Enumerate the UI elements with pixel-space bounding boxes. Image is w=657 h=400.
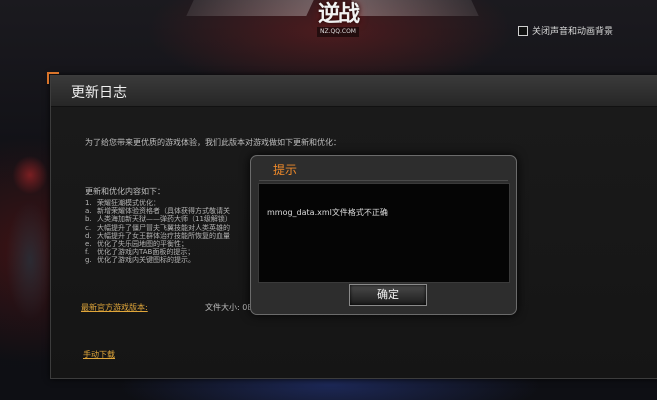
checkbox-box[interactable] [518, 25, 528, 36]
header-ornament-right [351, 0, 479, 16]
game-logo: 逆战 [317, 1, 360, 27]
update-list-title: 更新和优化内容如下： [85, 187, 165, 196]
dialog-body: mmog_data.xml文件格式不正确 [258, 183, 510, 283]
header-ornament-left [186, 0, 314, 16]
update-intro-text: 为了给您带来更优质的游戏体验，我们此版本对游戏做如下更新和优化： [85, 138, 341, 147]
file-size-text: 文件大小: 0E [205, 303, 253, 312]
panel-header: 更新日志 [51, 76, 657, 107]
character-artwork [0, 150, 55, 350]
disable-sound-animation-toggle[interactable]: 关闭声音和动画背景 [518, 24, 613, 37]
checkbox-label: 关闭声音和动画背景 [532, 27, 614, 37]
dialog-title: 提示 [273, 163, 298, 177]
manual-download-link[interactable]: 手动下载 [83, 349, 115, 360]
panel-title: 更新日志 [71, 85, 127, 101]
error-dialog: 提示 mmog_data.xml文件格式不正确 确定 [250, 155, 517, 315]
latest-version-link[interactable]: 最新官方游戏版本: [81, 302, 148, 313]
game-logo-url: NZ.QQ.COM [317, 27, 359, 37]
dialog-message: mmog_data.xml文件格式不正确 [267, 208, 388, 217]
ok-button[interactable]: 确定 [349, 284, 427, 306]
